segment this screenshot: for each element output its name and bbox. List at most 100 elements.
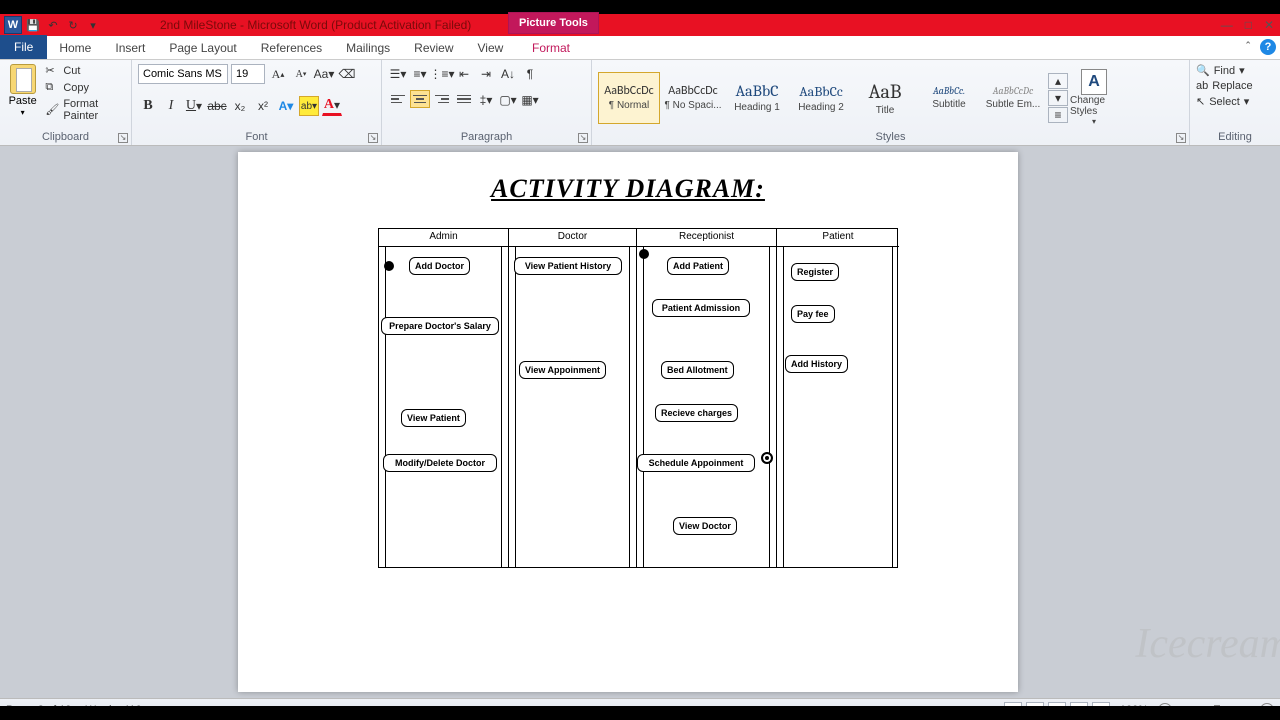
highlight-button[interactable]: ab▾ xyxy=(299,96,319,116)
start-node-admin xyxy=(384,261,394,271)
line-spacing-button[interactable]: ‡▾ xyxy=(476,90,496,110)
borders-button[interactable]: ▦▾ xyxy=(520,90,540,110)
tab-home[interactable]: Home xyxy=(47,37,103,59)
node-view-patient: View Patient xyxy=(401,409,466,427)
font-size-input[interactable] xyxy=(231,64,265,84)
ribbon: Paste ▾ ✂Cut ⧉Copy 🖌Format Painter Clipb… xyxy=(0,60,1280,146)
styles-launcher[interactable]: ↘ xyxy=(1176,133,1186,143)
node-bed-allotment: Bed Allotment xyxy=(661,361,734,379)
group-label-styles: Styles xyxy=(598,131,1183,145)
styles-row-up[interactable]: ▴ xyxy=(1048,73,1068,89)
multilevel-button[interactable]: ⋮≡▾ xyxy=(432,64,452,84)
node-add-doctor: Add Doctor xyxy=(409,257,470,275)
activity-diagram[interactable]: Admin Doctor Receptionist Patient Add Do… xyxy=(378,228,898,568)
group-label-font: Font xyxy=(138,131,375,145)
bold-button[interactable]: B xyxy=(138,96,158,116)
node-modify-delete: Modify/Delete Doctor xyxy=(383,454,497,472)
maximize-button[interactable]: □ xyxy=(1245,18,1252,32)
lane-doctor: Doctor xyxy=(509,229,636,247)
qat-undo-icon[interactable]: ↶ xyxy=(44,16,62,34)
change-styles-button[interactable]: A Change Styles ▾ xyxy=(1070,69,1118,126)
tab-format[interactable]: Format xyxy=(520,37,582,59)
align-center-button[interactable] xyxy=(410,90,430,108)
style-heading-1[interactable]: AaBbCHeading 1 xyxy=(726,72,788,124)
replace-button[interactable]: abReplace xyxy=(1196,80,1253,92)
tab-page-layout[interactable]: Page Layout xyxy=(157,37,248,59)
brush-icon: 🖌 xyxy=(45,103,59,117)
copy-button[interactable]: ⧉Copy xyxy=(45,81,125,95)
find-icon: 🔍 xyxy=(1196,64,1210,77)
styles-more[interactable]: ≡ xyxy=(1048,107,1068,123)
window-title: 2nd MileStone - Microsoft Word (Product … xyxy=(160,18,471,32)
tab-view[interactable]: View xyxy=(466,37,516,59)
node-pay-fee: Pay fee xyxy=(791,305,835,323)
increase-indent-button[interactable]: ⇥ xyxy=(476,64,496,84)
show-marks-button[interactable]: ¶ xyxy=(520,64,540,84)
node-receive-charges: Recieve charges xyxy=(655,404,738,422)
italic-button[interactable]: I xyxy=(161,96,181,116)
tab-insert[interactable]: Insert xyxy=(103,37,157,59)
paragraph-launcher[interactable]: ↘ xyxy=(578,133,588,143)
find-button[interactable]: 🔍Find ▾ xyxy=(1196,64,1245,77)
tab-references[interactable]: References xyxy=(249,37,334,59)
qat-save-icon[interactable]: 💾 xyxy=(24,16,42,34)
style-subtitle[interactable]: AaBbCc.Subtitle xyxy=(918,72,980,124)
style-title[interactable]: AaBTitle xyxy=(854,72,916,124)
clear-formatting-button[interactable]: ⌫ xyxy=(337,64,357,84)
node-patient-admission: Patient Admission xyxy=(652,299,750,317)
minimize-button[interactable]: — xyxy=(1221,18,1233,32)
paste-icon xyxy=(10,64,36,94)
align-right-button[interactable] xyxy=(432,90,452,108)
help-icon[interactable]: ? xyxy=(1260,39,1276,55)
shrink-font-button[interactable]: A▾ xyxy=(291,64,311,84)
format-painter-button[interactable]: 🖌Format Painter xyxy=(45,98,125,122)
qat-redo-icon[interactable]: ↻ xyxy=(64,16,82,34)
underline-button[interactable]: U▾ xyxy=(184,96,204,116)
group-label-paragraph: Paragraph xyxy=(388,131,585,145)
word-app-icon: W xyxy=(4,16,22,34)
style-no-spacing[interactable]: AaBbCcDc¶ No Spaci... xyxy=(662,72,724,124)
group-label-clipboard: Clipboard xyxy=(6,131,125,145)
document-heading: ACTIVITY DIAGRAM: xyxy=(238,174,1018,204)
cut-button[interactable]: ✂Cut xyxy=(45,64,125,78)
font-name-input[interactable] xyxy=(138,64,228,84)
decrease-indent-button[interactable]: ⇤ xyxy=(454,64,474,84)
shading-button[interactable]: ▢▾ xyxy=(498,90,518,110)
node-schedule-appointment: Schedule Appoinment xyxy=(637,454,755,472)
text-effects-button[interactable]: A▾ xyxy=(276,96,296,116)
select-button[interactable]: ↖Select ▾ xyxy=(1196,95,1249,108)
bullets-button[interactable]: ☰▾ xyxy=(388,64,408,84)
tab-review[interactable]: Review xyxy=(402,37,465,59)
ribbon-tabs: File Home Insert Page Layout References … xyxy=(0,36,1280,60)
style-normal[interactable]: AaBbCcDc¶ Normal xyxy=(598,72,660,124)
node-view-history: View Patient History xyxy=(514,257,622,275)
document-area[interactable]: ACTIVITY DIAGRAM: Admin Doctor Reception… xyxy=(0,146,1280,698)
tab-file[interactable]: File xyxy=(0,35,47,59)
copy-icon: ⧉ xyxy=(45,81,59,95)
node-add-history: Add History xyxy=(785,355,848,373)
sort-button[interactable]: A↓ xyxy=(498,64,518,84)
minimize-ribbon-icon[interactable]: ˆ xyxy=(1240,39,1256,55)
align-left-button[interactable] xyxy=(388,90,408,108)
font-launcher[interactable]: ↘ xyxy=(368,133,378,143)
style-subtle-emphasis[interactable]: AaBbCcDcSubtle Em... xyxy=(982,72,1044,124)
close-button[interactable]: ✕ xyxy=(1264,18,1274,32)
font-color-button[interactable]: A▾ xyxy=(322,96,342,116)
end-node xyxy=(761,452,773,464)
numbering-button[interactable]: ≡▾ xyxy=(410,64,430,84)
grow-font-button[interactable]: A▴ xyxy=(268,64,288,84)
styles-gallery[interactable]: AaBbCcDc¶ Normal AaBbCcDc¶ No Spaci... A… xyxy=(598,64,1183,131)
lane-receptionist: Receptionist xyxy=(637,229,776,247)
style-heading-2[interactable]: AaBbCcHeading 2 xyxy=(790,72,852,124)
change-case-button[interactable]: Aa▾ xyxy=(314,64,334,84)
qat-customize-icon[interactable]: ▾ xyxy=(84,16,102,34)
justify-button[interactable] xyxy=(454,90,474,108)
styles-row-down[interactable]: ▾ xyxy=(1048,90,1068,106)
subscript-button[interactable]: x₂ xyxy=(230,96,250,116)
clipboard-launcher[interactable]: ↘ xyxy=(118,133,128,143)
paste-button[interactable]: Paste ▾ xyxy=(6,64,39,117)
node-view-appointment: View Appoinment xyxy=(519,361,606,379)
tab-mailings[interactable]: Mailings xyxy=(334,37,402,59)
strikethrough-button[interactable]: abc xyxy=(207,96,227,116)
superscript-button[interactable]: x² xyxy=(253,96,273,116)
